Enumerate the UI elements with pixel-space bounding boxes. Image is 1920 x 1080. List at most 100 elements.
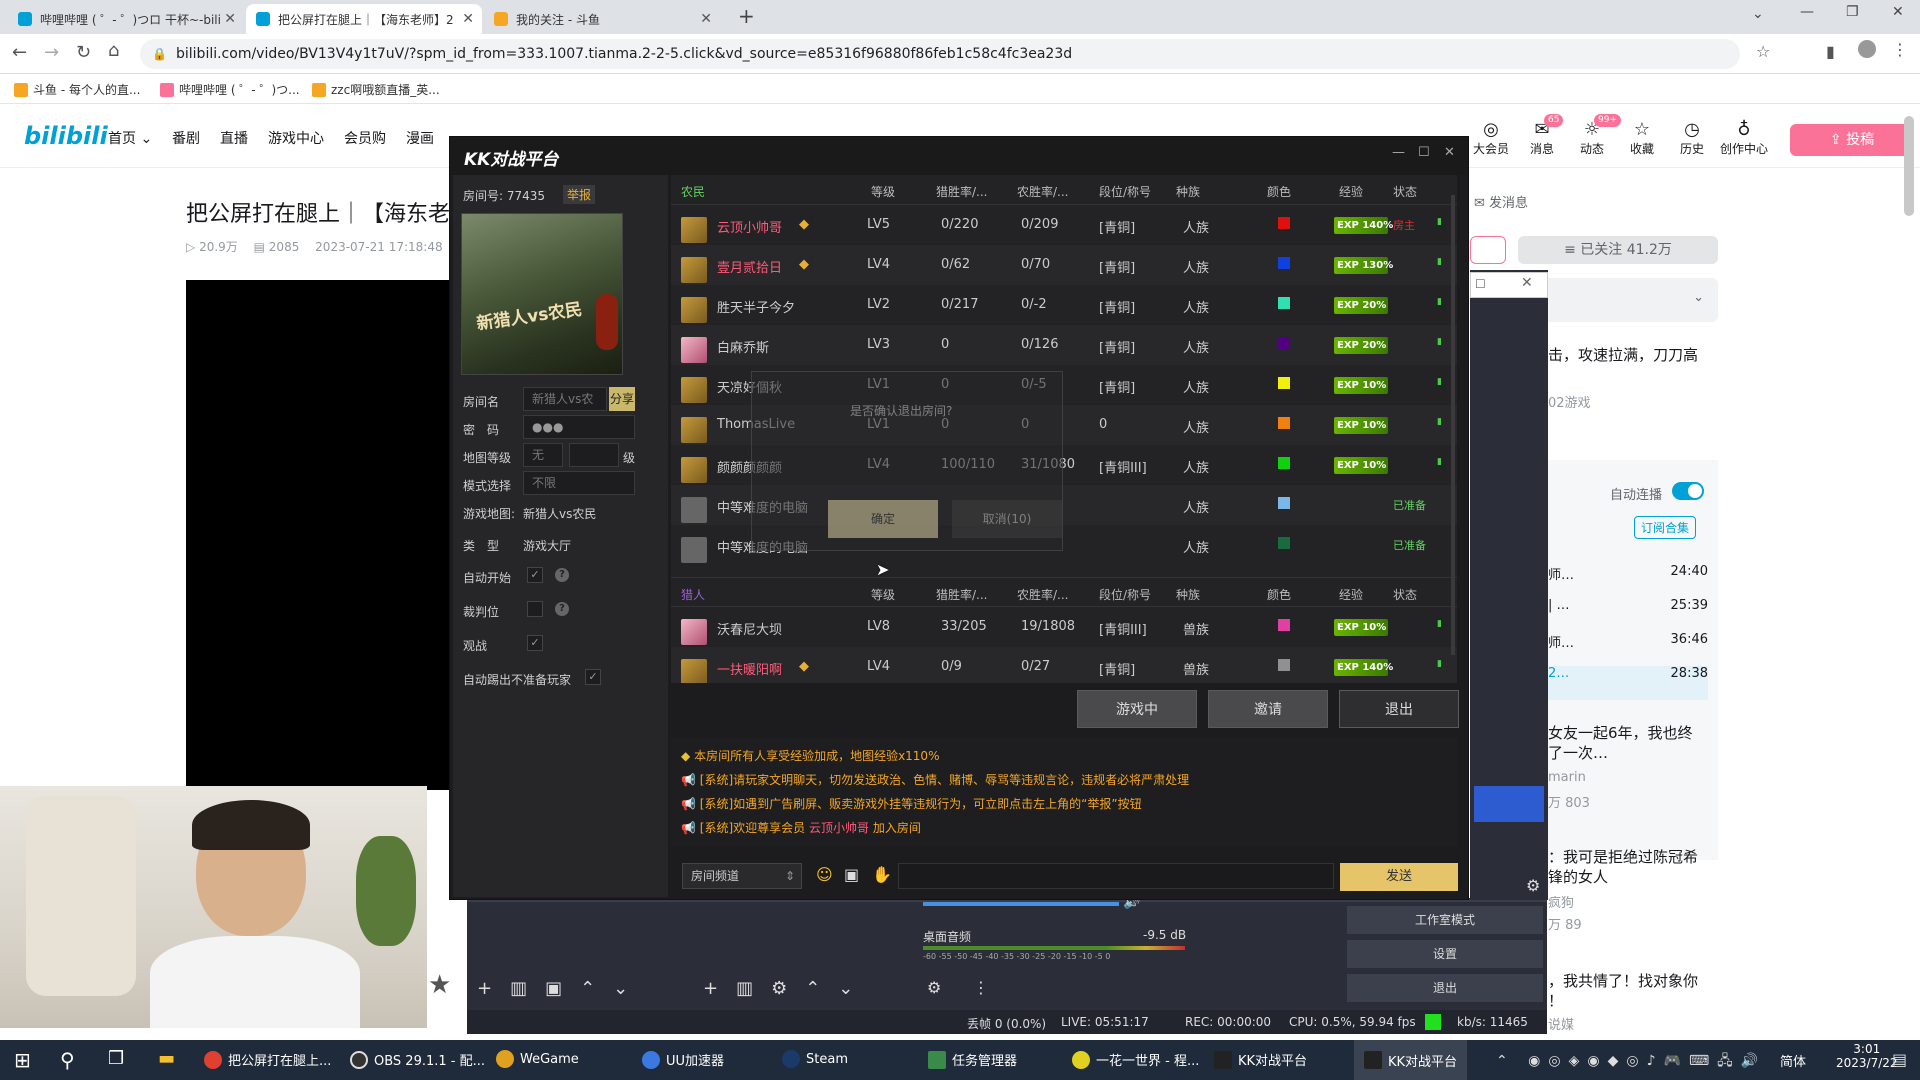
creator-button[interactable]: ♁ 创作中心 xyxy=(1718,120,1770,157)
player-avatar[interactable] xyxy=(681,217,707,243)
taskbar-kk-active[interactable]: KK对战平台 xyxy=(1354,1040,1468,1080)
taskbar-task-manager[interactable]: 任务管理器 xyxy=(928,1050,1017,1069)
bilibili-logo[interactable]: bilibili xyxy=(24,122,108,150)
tab-video[interactable]: 把公屏打在腿上｜【海东老师】2 ✕ xyxy=(246,4,482,34)
player-avatar[interactable] xyxy=(681,457,707,483)
minimize-icon[interactable]: — xyxy=(1800,4,1814,20)
message-button[interactable]: ✉ 65 消息 xyxy=(1522,114,1564,157)
referee-checkbox[interactable] xyxy=(527,601,543,617)
subscribe-button[interactable]: 订阅合集 xyxy=(1634,516,1697,539)
rec-title[interactable]: ：我可是拒绝过陈冠希 xyxy=(1548,846,1698,867)
exit-button[interactable]: 退出 xyxy=(1339,690,1459,728)
file-explorer-icon[interactable]: ▬ xyxy=(158,1048,175,1069)
map-level-select[interactable]: 无 xyxy=(523,443,563,467)
player-row[interactable]: 一扶暖阳啊 ◆ LV4 0/9 0/27 [青铜] 兽族 EXP 140% ▮ xyxy=(671,647,1457,683)
video-player[interactable] xyxy=(186,280,456,790)
map-level-input[interactable] xyxy=(569,443,619,467)
dynamic-button[interactable]: ☼ 99+ 动态 xyxy=(1572,114,1621,157)
player-avatar[interactable] xyxy=(681,257,707,283)
player-avatar[interactable] xyxy=(681,619,707,645)
windows-start-icon[interactable]: ⊞ xyxy=(14,1048,31,1072)
bookmark-star-icon[interactable]: ☆ xyxy=(1756,42,1770,61)
player-name[interactable]: 胜天半子今夕 xyxy=(717,297,795,316)
nav-manga[interactable]: 漫画 xyxy=(406,128,434,148)
invite-button[interactable]: 邀请 xyxy=(1208,690,1328,728)
close-icon[interactable]: ✕ xyxy=(1444,145,1455,160)
share-button[interactable]: 分享 xyxy=(609,387,635,411)
audio-menu-icon[interactable]: ⋮ xyxy=(973,978,989,997)
forward-icon[interactable]: → xyxy=(44,42,59,63)
system-tray-icons[interactable]: ⌃ ◉◎◈◉◆◎♪🎮⌨🖧🔊 xyxy=(1496,1050,1766,1074)
tab-bilibili-home[interactable]: 哔哩哔哩 ( ゜- ゜)つロ 干杯~-bili ✕ xyxy=(8,4,244,34)
playlist-item-active[interactable]: 2… 28:38 xyxy=(1548,666,1708,700)
maximize-icon[interactable]: ☐ xyxy=(1418,145,1430,160)
restore-icon[interactable]: ☐ xyxy=(1475,277,1486,291)
obs-scene-controls[interactable]: +▥▣⌃⌄ xyxy=(477,978,646,999)
star-icon[interactable]: ★ xyxy=(428,970,451,1000)
rec-title[interactable]: 女友一起6年，我也终 xyxy=(1548,722,1693,743)
emoji-icon[interactable]: ☺ xyxy=(816,865,833,884)
task-view-icon[interactable]: ❒ xyxy=(108,1048,124,1069)
player-name[interactable]: 一扶暖阳啊 xyxy=(717,659,782,678)
nav-game-center[interactable]: 游戏中心 xyxy=(268,128,324,148)
sidebar-icon[interactable]: ▮ xyxy=(1826,42,1835,61)
mode-select[interactable]: 不限 xyxy=(523,471,635,495)
bookmark-zzc[interactable]: zzc啊哦额直播_英... xyxy=(312,81,440,98)
close-icon[interactable]: ✕ xyxy=(462,11,474,27)
nav-live[interactable]: 直播 xyxy=(220,128,248,148)
password-input[interactable]: ●●● xyxy=(523,415,635,439)
charge-button[interactable] xyxy=(1470,236,1506,264)
in-game-button[interactable]: 游戏中 xyxy=(1077,690,1197,728)
room-name-input[interactable]: 新猎人vs农 xyxy=(523,387,607,411)
address-bar[interactable]: 🔒 bilibili.com/video/BV13V4y1t7uV/?spm_i… xyxy=(140,39,1740,69)
taskbar-app[interactable]: 一花一世界 - 程... xyxy=(1072,1050,1199,1069)
player-avatar[interactable] xyxy=(681,417,707,443)
send-button[interactable]: 发送 xyxy=(1340,863,1458,891)
menu-icon[interactable]: ⋮ xyxy=(1892,40,1908,59)
player-row[interactable]: 壹月贰拾日 ◆ LV4 0/62 0/70 [青铜] 人族 EXP 130% ▮ xyxy=(671,245,1457,285)
taskbar-kk[interactable]: KK对战平台 xyxy=(1214,1050,1307,1069)
gift-icon[interactable]: ✋ xyxy=(872,865,892,884)
player-avatar[interactable] xyxy=(681,297,707,323)
vip-button[interactable]: ◎ 大会员 xyxy=(1471,120,1511,157)
table-scrollbar[interactable] xyxy=(1451,195,1455,655)
followed-button[interactable]: ≡ 已关注 41.2万 xyxy=(1518,236,1718,264)
taskbar-uu[interactable]: UU加速器 xyxy=(642,1050,724,1069)
nav-home[interactable]: 首页 ⌄ xyxy=(108,128,152,148)
bookmark-bilibili[interactable]: 哔哩哔哩 ( ゜- ゜)つ... xyxy=(160,81,300,98)
notification-icon[interactable]: ▤ xyxy=(1892,1050,1907,1069)
report-button[interactable]: 举报 xyxy=(563,185,596,204)
player-avatar[interactable] xyxy=(681,659,707,683)
search-icon[interactable]: ⚲ xyxy=(60,1048,75,1072)
confirm-button[interactable]: 确定 xyxy=(828,500,938,538)
ime-indicator[interactable]: 简体 xyxy=(1780,1051,1806,1070)
clock[interactable]: 3:01 2023/7/22 xyxy=(1836,1042,1898,1070)
image-icon[interactable]: ▣ xyxy=(844,865,859,884)
reload-icon[interactable]: ↻ xyxy=(76,42,91,63)
gear-icon[interactable]: ⚙ xyxy=(1526,876,1540,895)
rec-title[interactable]: ，我共情了！找对象你 xyxy=(1548,970,1698,991)
player-name[interactable]: 壹月贰拾日 xyxy=(717,257,782,276)
close-icon[interactable]: ✕ xyxy=(1521,275,1533,291)
page-scrollbar[interactable] xyxy=(1904,116,1914,216)
player-avatar[interactable] xyxy=(681,497,707,523)
studio-mode-button[interactable]: 工作室模式 xyxy=(1347,906,1543,934)
profile-avatar[interactable] xyxy=(1858,40,1876,58)
player-row[interactable]: 沃春尼大坝 LV8 33/205 19/1808 [青铜III] 兽族 EXP 10% ▮ xyxy=(671,607,1457,647)
taskbar-chrome[interactable]: 把公屏打在腿上... xyxy=(204,1050,331,1069)
player-name[interactable]: 云顶小帅哥 xyxy=(717,217,782,236)
auto-kick-checkbox[interactable]: ✓ xyxy=(585,669,601,685)
chat-input[interactable] xyxy=(898,863,1334,889)
help-icon[interactable]: ? xyxy=(555,568,569,582)
new-tab-icon[interactable]: + xyxy=(738,4,755,28)
taskbar-wegame[interactable]: WeGame xyxy=(496,1050,579,1068)
player-row[interactable]: 云顶小帅哥 ◆ LV5 0/220 0/209 [青铜] 人族 EXP 140% 房主 ▮ xyxy=(671,205,1457,245)
playlist-item[interactable]: 师… 24:40 xyxy=(1548,564,1708,598)
obs-source-controls[interactable]: +▥⚙⌃⌄ xyxy=(703,978,871,999)
obs-settings-button[interactable]: 设置 xyxy=(1347,940,1543,968)
home-icon[interactable]: ⌂ xyxy=(108,40,119,61)
audio-settings-icon[interactable]: ⚙ xyxy=(927,978,941,997)
spectate-checkbox[interactable]: ✓ xyxy=(527,635,543,651)
player-name[interactable]: 沃春尼大坝 xyxy=(717,619,782,638)
nav-anime[interactable]: 番剧 xyxy=(172,128,200,148)
